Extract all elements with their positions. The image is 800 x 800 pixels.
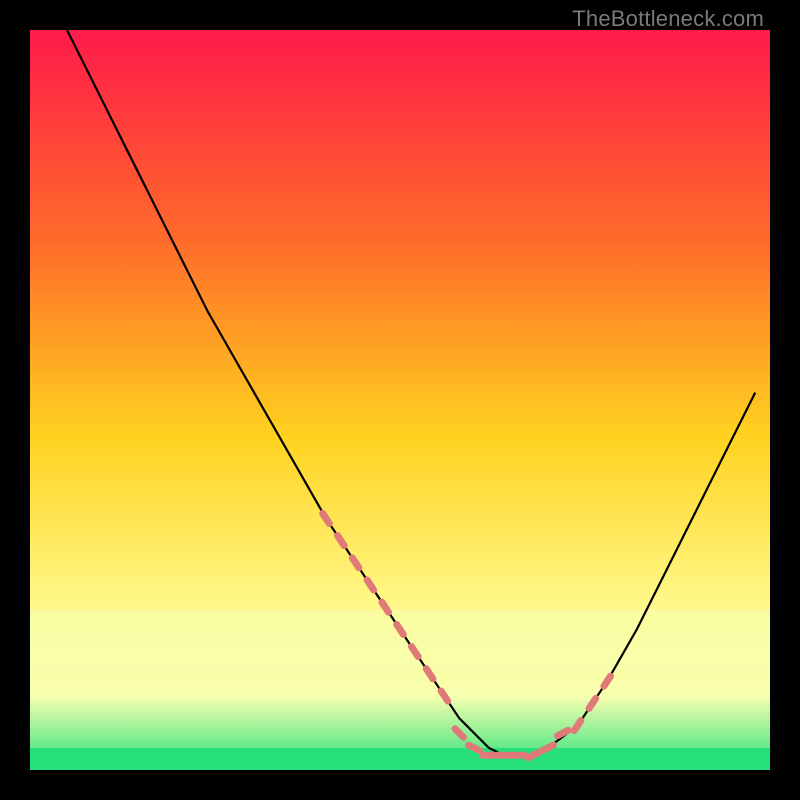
chart-frame bbox=[30, 30, 770, 770]
curve-marker bbox=[469, 745, 480, 750]
curve-marker bbox=[557, 730, 568, 735]
chart-svg bbox=[30, 30, 770, 770]
green-baseline bbox=[30, 748, 770, 770]
curve-marker bbox=[543, 745, 554, 750]
curve-marker bbox=[528, 753, 539, 758]
watermark-text: TheBottleneck.com bbox=[572, 6, 764, 32]
pale-band bbox=[30, 610, 770, 670]
